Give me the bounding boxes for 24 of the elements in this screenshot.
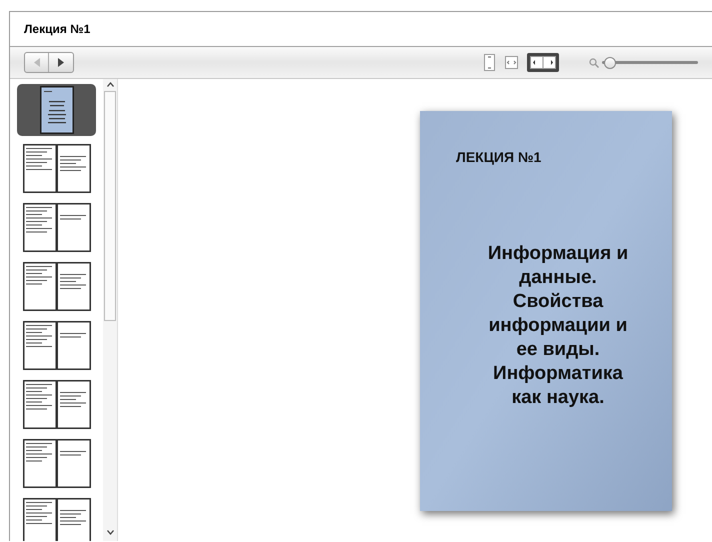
zoom-slider[interactable] (602, 56, 698, 68)
page-spread-drawing (22, 203, 90, 252)
page-spread-drawing (22, 439, 90, 488)
page-spread-drawing (22, 380, 90, 429)
page-heading: ЛЕКЦИЯ №1 (455, 148, 542, 167)
single-page-icon (484, 54, 495, 71)
cover-page-drawing (40, 86, 74, 134)
left-triangle-icon (34, 58, 40, 67)
fit-width-icon (505, 56, 518, 69)
window-title: Лекция №1 (24, 21, 90, 38)
right-triangle-icon (58, 58, 64, 67)
two-page-icon (530, 56, 556, 69)
page-thumbnail[interactable] (17, 84, 96, 136)
search-icon (589, 58, 599, 68)
up-chevron-icon (106, 82, 114, 87)
page-spread-drawing (22, 262, 90, 311)
page-spread-drawing (22, 144, 90, 193)
view-mode-button[interactable] (483, 53, 496, 72)
down-chevron-icon (106, 530, 114, 535)
slider-thumb[interactable] (604, 56, 616, 68)
page-title: Информация и данные. Свойства информации и ее виды. Информатика как наука. (486, 242, 630, 410)
view-mode-button[interactable] (527, 53, 559, 72)
page-spread-drawing (22, 321, 90, 370)
scrollbar[interactable] (103, 79, 117, 541)
